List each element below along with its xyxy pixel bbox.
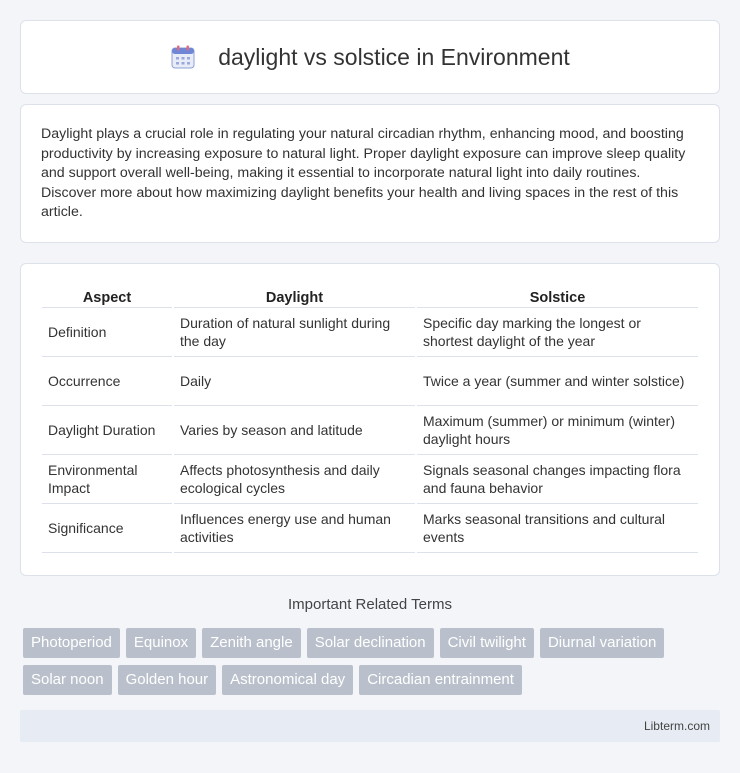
- table-row: Definition Duration of natural sunlight …: [42, 308, 698, 357]
- row-aspect: Daylight Duration: [42, 406, 172, 455]
- row-aspect: Definition: [42, 308, 172, 357]
- tag-equinox[interactable]: Equinox: [125, 628, 197, 658]
- tag-circadian-entrainment[interactable]: Circadian entrainment: [359, 665, 522, 695]
- calendar-icon: [170, 44, 196, 70]
- tag-zenith-angle[interactable]: Zenith angle: [202, 628, 301, 658]
- row-daylight: Influences energy use and human activiti…: [174, 504, 415, 553]
- intro-paragraph: Daylight plays a crucial role in regulat…: [41, 126, 686, 220]
- row-solstice: Maximum (summer) or minimum (winter) day…: [417, 406, 698, 455]
- table-header-row: Aspect Daylight Solstice: [42, 284, 698, 308]
- footer-site-link[interactable]: Libterm.com: [644, 719, 710, 733]
- row-aspect: Environmental Impact: [42, 455, 172, 504]
- tag-astronomical-day[interactable]: Astronomical day: [222, 665, 354, 695]
- table-row: Daylight Duration Varies by season and l…: [42, 406, 698, 455]
- header: daylight vs solstice in Environment: [170, 44, 570, 71]
- comparison-card: Aspect Daylight Solstice Definition Dura…: [20, 263, 720, 576]
- row-solstice: Twice a year (summer and winter solstice…: [417, 357, 698, 406]
- page-title: daylight vs solstice in Environment: [218, 43, 570, 70]
- row-daylight: Varies by season and latitude: [174, 406, 415, 455]
- tag-solar-declination[interactable]: Solar declination: [306, 628, 434, 658]
- tag-golden-hour[interactable]: Golden hour: [117, 665, 217, 695]
- tag-photoperiod[interactable]: Photoperiod: [23, 628, 120, 658]
- header-daylight: Daylight: [174, 284, 415, 308]
- row-aspect: Occurrence: [42, 357, 172, 406]
- header-aspect: Aspect: [42, 284, 172, 308]
- row-solstice: Signals seasonal changes impacting flora…: [417, 455, 698, 504]
- header-card: daylight vs solstice in Environment: [20, 20, 720, 94]
- intro-card: Daylight plays a crucial role in regulat…: [20, 104, 720, 243]
- row-daylight: Duration of natural sunlight during the …: [174, 308, 415, 357]
- tag-civil-twilight[interactable]: Civil twilight: [439, 628, 534, 658]
- table-row: Environmental Impact Affects photosynthe…: [42, 455, 698, 504]
- table-row: Occurrence Daily Twice a year (summer an…: [42, 357, 698, 406]
- row-solstice: Specific day marking the longest or shor…: [417, 308, 698, 357]
- comparison-table: Aspect Daylight Solstice Definition Dura…: [42, 284, 698, 553]
- table-row: Significance Influences energy use and h…: [42, 504, 698, 553]
- tag-diurnal-variation[interactable]: Diurnal variation: [539, 628, 665, 658]
- row-daylight: Daily: [174, 357, 415, 406]
- footer: Libterm.com: [20, 710, 720, 742]
- row-solstice: Marks seasonal transitions and cultural …: [417, 504, 698, 553]
- related-terms-list: Photoperiod Equinox Zenith angle Solar d…: [23, 628, 723, 695]
- row-aspect: Significance: [42, 504, 172, 553]
- related-terms-heading: Important Related Terms: [288, 596, 452, 613]
- header-solstice: Solstice: [417, 284, 698, 308]
- row-daylight: Affects photosynthesis and daily ecologi…: [174, 455, 415, 504]
- tag-solar-noon[interactable]: Solar noon: [23, 665, 112, 695]
